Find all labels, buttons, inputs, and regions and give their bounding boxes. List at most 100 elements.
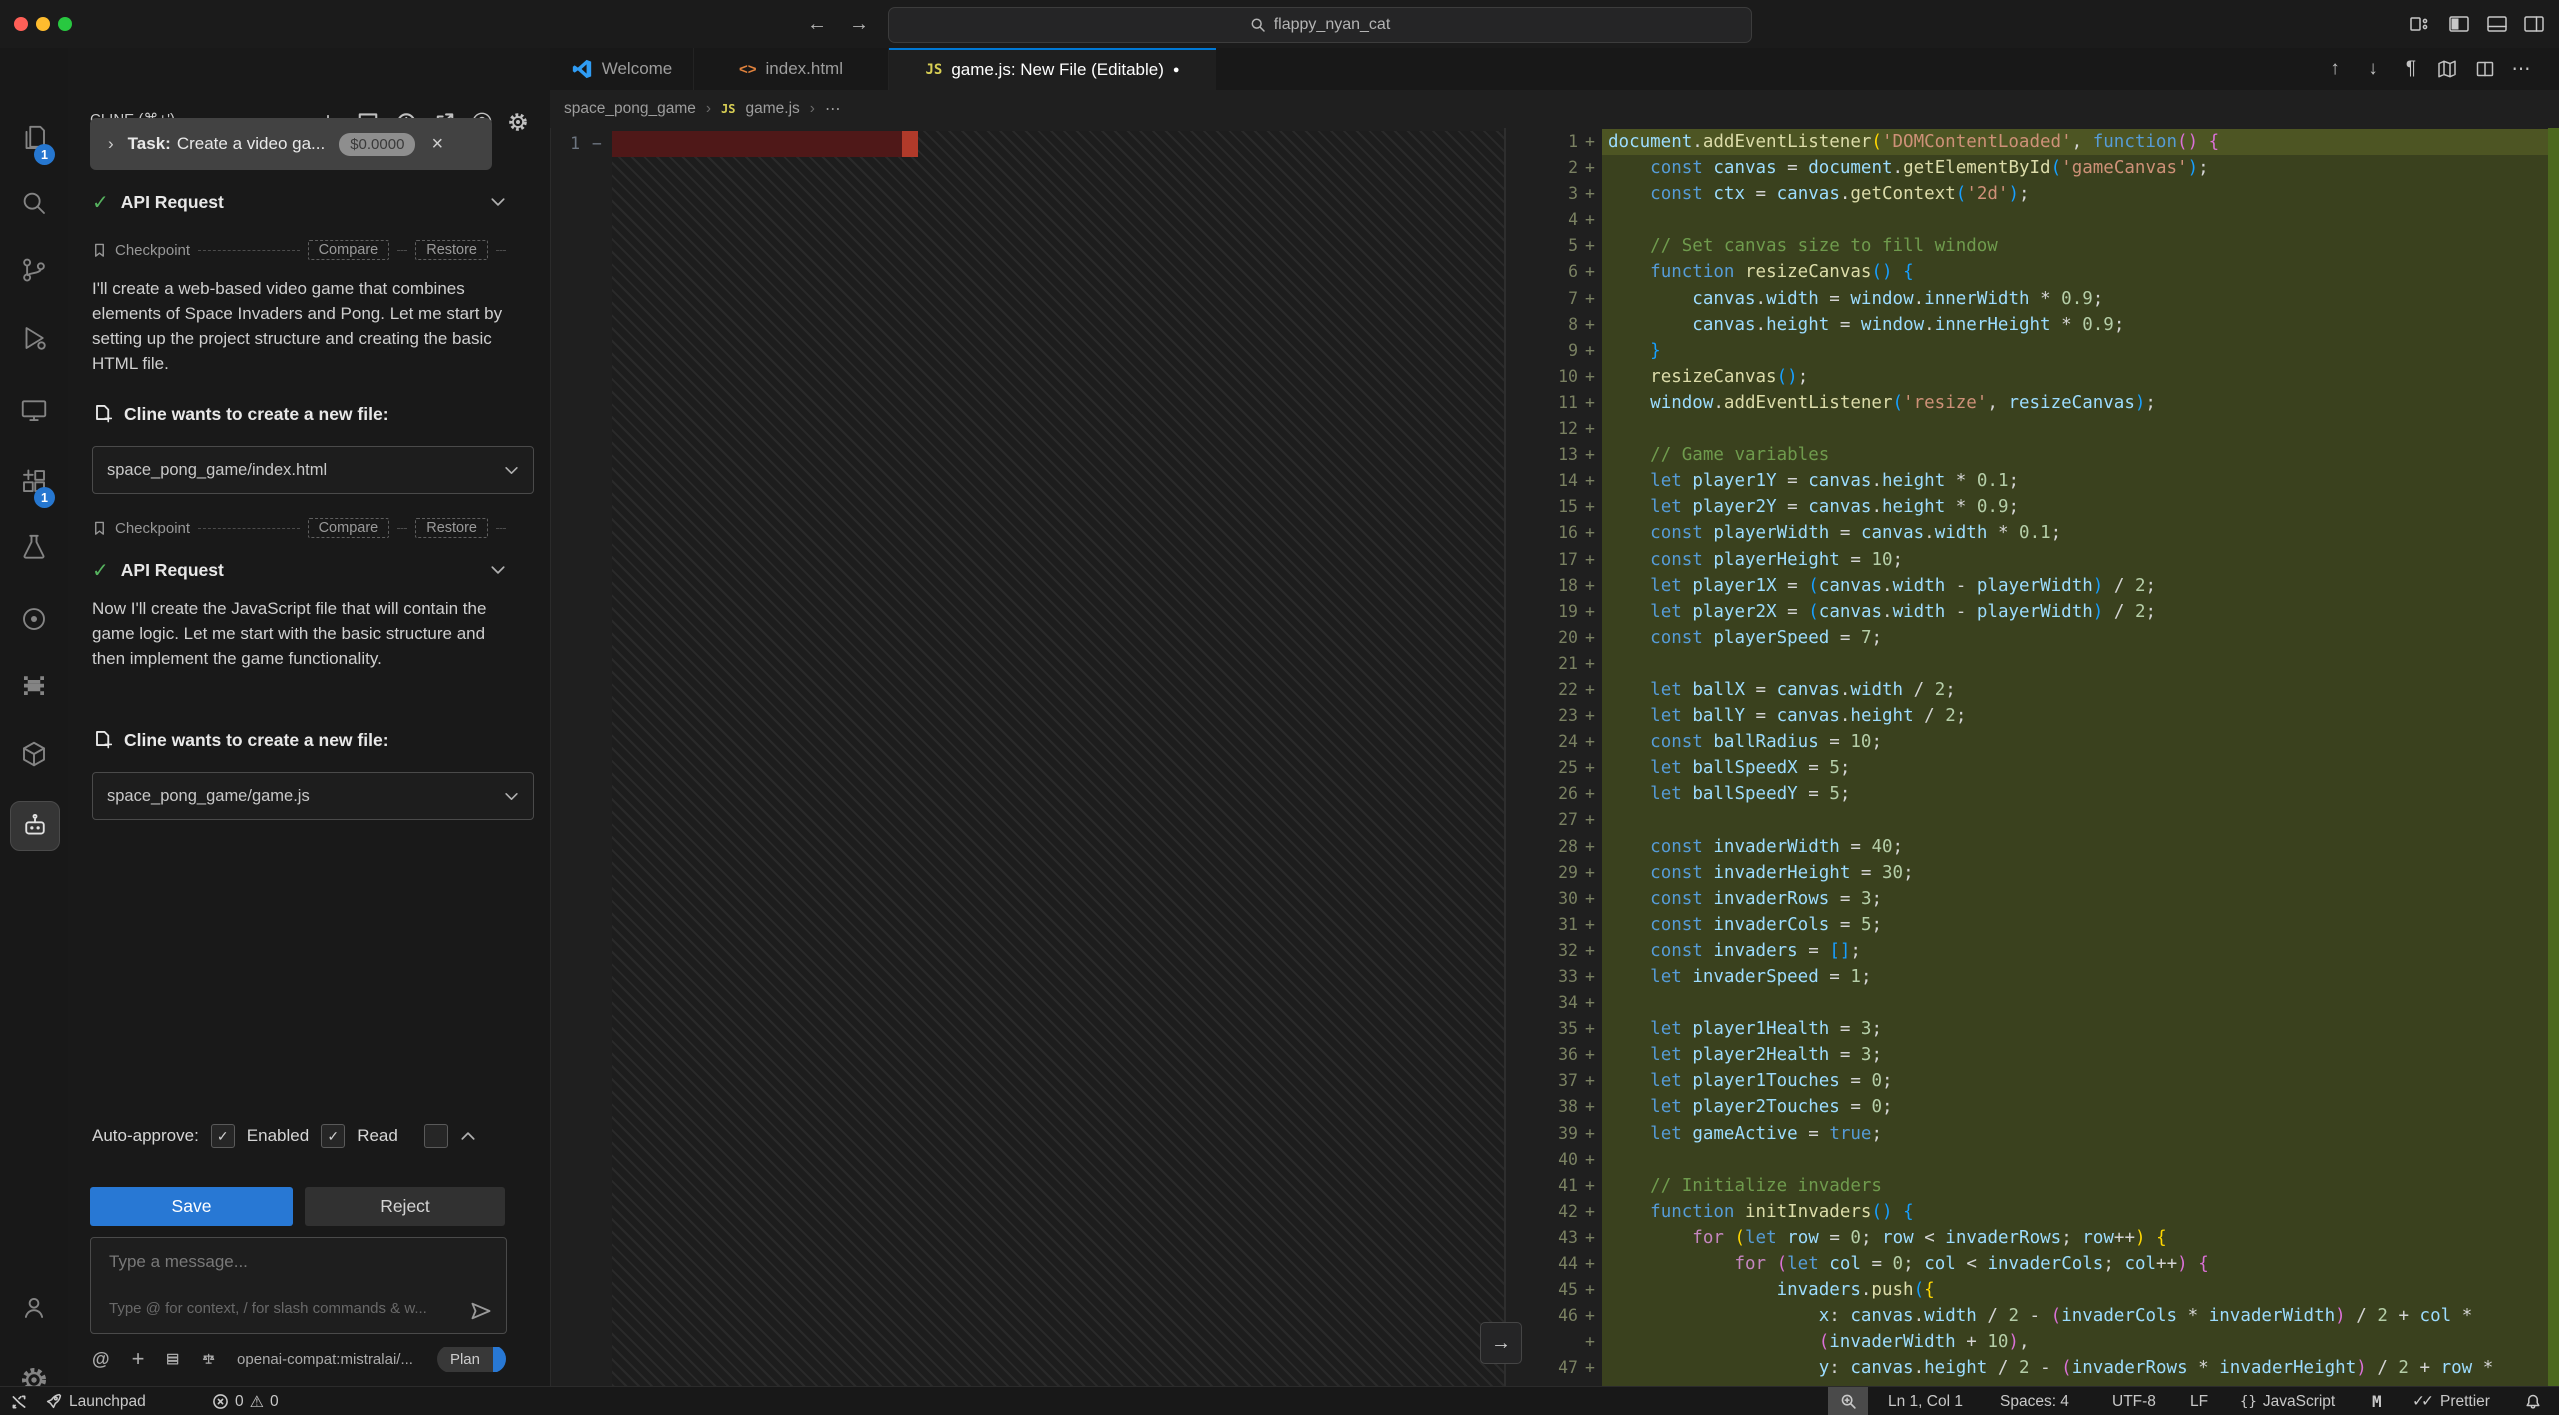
maximize-window-button[interactable] [58,17,72,31]
api-request-row[interactable]: ✓ API Request [92,188,506,216]
task-label: Task: [128,134,171,154]
sidebar-item-testing[interactable] [10,523,58,571]
minimize-window-button[interactable] [36,17,50,31]
split-editor-button[interactable] [2470,55,2500,83]
language-status[interactable]: {} JavaScript [2240,1387,2335,1415]
act-toggle[interactable]: Act [493,1347,506,1372]
notifications-button[interactable] [2524,1387,2542,1415]
task-text: Create a video ga... [177,134,325,154]
sidebar-item-search[interactable] [10,179,58,227]
close-window-button[interactable] [14,17,28,31]
sidebar-item-target[interactable] [10,595,58,643]
restore-button[interactable]: Restore [415,240,488,260]
compare-button[interactable]: Compare [308,240,390,260]
read-checkbox[interactable]: ✓ [321,1124,345,1148]
accounts-icon[interactable] [10,1283,58,1331]
arrow-right-icon: → [1491,1332,1511,1355]
extensions-badge: 1 [34,487,55,508]
zoom-indicator[interactable] [1828,1387,1868,1415]
sidebar-item-source-control[interactable] [10,246,58,294]
add-context-button[interactable]: + [132,1346,145,1372]
check-icon: ✓ [327,1128,339,1145]
file-create-label: Cline wants to create a new file: [124,730,389,751]
title-bar: ← → flappy_nyan_cat [0,0,2559,49]
sidebar-item-remote-explorer[interactable] [10,386,58,434]
code-line: 32+ const invaders = []; [1510,938,2559,964]
prettier-status[interactable]: ✓✓ Prettier [2412,1387,2490,1415]
tab-welcome[interactable]: Welcome [550,48,694,90]
warning-count: 0 [270,1393,279,1411]
eol-status[interactable]: LF [2190,1387,2208,1415]
toggle-panel-icon[interactable] [2485,12,2509,36]
reject-button[interactable]: Reject [305,1187,505,1226]
command-center-search[interactable]: flappy_nyan_cat [888,7,1752,43]
problems-status[interactable]: 0 ⚠ 0 [212,1387,279,1415]
invader-icon [19,670,49,700]
sidebar-item-package[interactable] [10,730,58,778]
code-line: 5+ // Set canvas size to fill window [1510,233,2559,259]
message-input[interactable]: Type a message... Type @ for context, / … [90,1237,507,1334]
encoding-status[interactable]: UTF-8 [2112,1387,2156,1415]
more-actions-button[interactable]: ⋯ [2506,55,2536,83]
breadcrumb-more[interactable]: ⋯ [825,100,841,119]
overview-ruler[interactable] [2548,128,2559,1386]
error-icon [212,1393,229,1410]
diff-sash[interactable] [1504,128,1506,1386]
enabled-checkbox[interactable]: ✓ [211,1124,235,1148]
restore-button[interactable]: Restore [415,518,488,538]
file-path-select[interactable]: space_pong_game/game.js [92,772,534,820]
whitespace-toggle-button[interactable]: ¶ [2396,55,2426,83]
tab-bar: Welcome <> index.html JS game.js: New Fi… [550,48,2559,90]
breadcrumb-file[interactable]: game.js [745,100,799,118]
send-icon[interactable] [470,1301,492,1321]
remote-icon [10,1393,28,1411]
server-stack-icon[interactable] [166,1349,179,1369]
save-button[interactable]: Save [90,1187,293,1226]
bell-icon [2524,1393,2542,1411]
customize-layout-icon[interactable] [2408,12,2432,36]
indentation-status[interactable]: Spaces: 4 [2000,1387,2069,1415]
sidebar-item-mistral[interactable] [10,661,58,709]
beaker-icon [19,532,49,562]
toggle-sidebar-icon[interactable] [2447,12,2471,41]
code-line: 42+ function initInvaders() { [1510,1199,2559,1225]
toggle-secondary-sidebar-icon[interactable] [2522,12,2546,36]
close-task-icon[interactable]: × [431,133,443,156]
file-path-select[interactable]: space_pong_game/index.html [92,446,534,494]
launchpad-status[interactable]: Launchpad [44,1387,146,1415]
next-change-button[interactable]: ↓ [2358,55,2388,83]
expand-chevron-icon[interactable]: › [108,134,114,154]
chevron-down-icon[interactable] [490,196,506,208]
cursor-position[interactable]: Ln 1, Col 1 [1888,1387,1963,1415]
scales-icon[interactable] [202,1349,215,1369]
minimap-button[interactable] [2432,55,2462,83]
plan-toggle[interactable]: Plan [437,1347,493,1372]
chevron-down-icon[interactable] [490,564,506,576]
tab-index-html[interactable]: <> index.html [694,48,889,90]
chevron-up-icon[interactable] [460,1130,476,1142]
remote-indicator[interactable] [10,1387,28,1415]
plan-act-toggle[interactable]: Plan Act [437,1345,506,1373]
modified-dot-icon[interactable]: ● [1173,64,1180,76]
breadcrumb-folder[interactable]: space_pong_game [564,100,696,118]
auto-approve-row[interactable]: Auto-approve: ✓ Enabled ✓ Read [92,1124,506,1148]
chevron-right-icon: › [706,100,711,118]
compare-button[interactable]: Compare [308,518,390,538]
sidebar-item-run-debug[interactable] [10,314,58,362]
settings-button[interactable] [504,108,532,136]
tab-game-js[interactable]: JS game.js: New File (Editable) ● [889,48,1216,90]
checkpoint-row: Checkpoint Compare Restore [92,238,506,262]
at-mention-button[interactable]: @ [92,1349,110,1370]
task-header[interactable]: › Task: Create a video ga... $0.0000 × [90,118,492,170]
api-request-row[interactable]: ✓ API Request [92,556,506,584]
back-button[interactable]: ← [802,10,832,38]
forward-button[interactable]: → [844,10,874,38]
code-line: 9+ } [1510,338,2559,364]
status-bar: Launchpad 0 ⚠ 0 Ln 1, Col 1 Spaces: 4 UT… [0,1386,2559,1415]
previous-change-button[interactable]: ↑ [2320,55,2350,83]
model-selector[interactable]: openai-compat:mistralai/... [237,1351,413,1368]
sidebar-item-cline[interactable] [10,801,60,851]
extra-checkbox[interactable] [424,1124,448,1148]
code-line: 43+ for (let row = 0; row < invaderRows;… [1510,1225,2559,1251]
mistral-status-icon[interactable]: M [2372,1387,2382,1415]
